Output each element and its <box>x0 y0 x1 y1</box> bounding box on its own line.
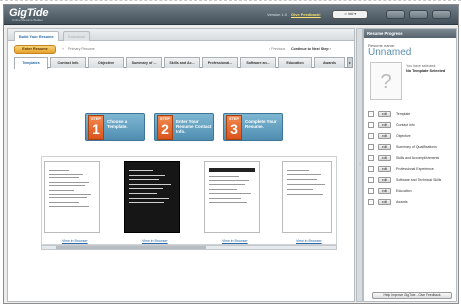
progress-item: edit Professional Experience <box>368 165 454 173</box>
resume-name: Unnamed <box>368 47 412 58</box>
tab-summary[interactable]: Summary of ... <box>126 57 162 68</box>
edit-button[interactable]: edit <box>378 133 391 139</box>
edit-button[interactable]: edit <box>378 166 391 172</box>
selected-label: You have selected: <box>406 64 437 68</box>
edit-button[interactable]: edit <box>378 122 391 128</box>
progress-item: edit Awards <box>368 198 454 206</box>
progress-item-label: Contact Info <box>396 123 415 127</box>
template-thumbnail[interactable] <box>204 161 260 233</box>
progress-item: edit Contact Info <box>368 121 454 129</box>
progress-item: edit Skills and Accomplishments <box>368 154 454 162</box>
tab-download[interactable]: Download <box>63 31 90 41</box>
panel-splitter[interactable]: ⋮ <box>356 28 363 302</box>
progress-item: edit Objective <box>368 132 454 140</box>
step-1-card: STEP 1 Choose a Template. <box>85 113 145 141</box>
step-text: Choose a Template. <box>107 119 128 129</box>
edit-button[interactable]: edit <box>378 199 391 205</box>
tab-skills[interactable]: Skills and Ac... <box>164 57 200 68</box>
version-text: Version 1.0 <box>267 12 288 17</box>
edit-button[interactable]: edit <box>378 155 391 161</box>
progress-item-label: Awards <box>396 200 408 204</box>
status-checkbox <box>368 188 374 194</box>
give-feedback-link[interactable]: Give Feedback! <box>291 12 321 17</box>
edit-button[interactable]: edit <box>378 111 391 117</box>
give-feedback-button[interactable]: Help Improve GigTide - Give Feedback <box>372 292 452 299</box>
status-checkbox <box>368 166 374 172</box>
tab-scroll-right-icon[interactable]: ▸ <box>347 57 353 68</box>
resume-type-label: Primary Resume <box>68 47 95 51</box>
scrollbar-thumb[interactable] <box>56 246 206 249</box>
tab-templates[interactable]: Templates <box>14 57 48 69</box>
resume-progress-panel: Resume Progress Resume name: Unnamed ? Y… <box>363 28 457 302</box>
template-preview-placeholder: ? <box>370 62 402 100</box>
header-button-2[interactable] <box>409 10 428 19</box>
step-text: Enter Your Resume Contact Info. <box>176 119 212 134</box>
template-thumbnail[interactable] <box>124 161 180 233</box>
status-checkbox <box>368 177 374 183</box>
progress-header: Resume Progress <box>364 29 456 38</box>
top-tab-bar: Build Your Resume Download <box>8 29 354 41</box>
header-button-1[interactable] <box>386 10 405 19</box>
nav-row: Enter Resume » Primary Resume ‹ Previous… <box>8 42 354 56</box>
tab-build-your-resume[interactable]: Build Your Resume <box>14 31 59 41</box>
progress-item-label: Template <box>396 112 411 116</box>
view-in-browser-link[interactable]: View in Browser <box>222 239 248 243</box>
progress-item-label: Objective <box>396 134 411 138</box>
header-button-3[interactable] <box>432 10 451 19</box>
tab-objective[interactable]: Objective <box>88 57 124 68</box>
step-2-card: STEP 2 Enter Your Resume Contact Info. <box>154 113 214 141</box>
app-window: GigTide Online Resume Builder Version 1.… <box>0 0 461 306</box>
edit-button[interactable]: edit <box>378 177 391 183</box>
template-thumbnail[interactable] <box>44 161 100 233</box>
progress-item-label: Software and Technical Skills <box>396 178 442 182</box>
edit-button[interactable]: edit <box>378 144 391 150</box>
progress-item-label: Education <box>396 189 412 193</box>
header-bar: GigTide Online Resume Builder Version 1.… <box>4 5 458 25</box>
status-checkbox <box>368 122 374 128</box>
tab-professional[interactable]: Professional... <box>202 57 238 68</box>
progress-item: edit Summary of Qualifications <box>368 143 454 151</box>
next-step-button[interactable]: Continue to Next Step › <box>291 47 331 51</box>
step-text: Complete Your Resume. <box>245 119 277 129</box>
enter-resume-button[interactable]: Enter Resume <box>14 45 56 54</box>
edit-button[interactable]: edit <box>378 188 391 194</box>
tab-awards[interactable]: Awards <box>314 57 345 68</box>
progress-item-label: Summary of Qualifications <box>396 145 437 149</box>
view-in-browser-link[interactable]: View in Browser <box>62 239 88 243</box>
step-number-badge: STEP 1 <box>88 115 104 140</box>
template-gallery: View in Browser View in Browser View in … <box>41 156 337 245</box>
app-frame: GigTide Online Resume Builder Version 1.… <box>3 4 459 304</box>
account-button[interactable]: ☺ tdd ▾ <box>332 10 368 19</box>
progress-item-label: Skills and Accomplishments <box>396 156 440 160</box>
progress-item: edit Education <box>368 187 454 195</box>
grip-icon: ⋮ <box>358 161 362 166</box>
tab-education[interactable]: Education <box>278 57 312 68</box>
step-number-badge: STEP 2 <box>157 115 173 140</box>
step-3-card: STEP 3 Complete Your Resume. <box>223 113 283 141</box>
progress-item: edit Template <box>368 110 454 118</box>
gallery-scrollbar[interactable] <box>41 245 337 250</box>
selected-template: No Template Selected <box>406 69 446 73</box>
step-number-badge: STEP 3 <box>226 115 242 140</box>
template-thumbnail[interactable] <box>282 161 332 233</box>
tab-software[interactable]: Software an... <box>240 57 276 68</box>
tab-contact-info[interactable]: Contact Info <box>50 57 86 68</box>
status-checkbox <box>368 199 374 205</box>
status-checkbox <box>368 144 374 150</box>
status-checkbox <box>368 133 374 139</box>
section-tabs: Templates Contact Info Objective Summary… <box>14 57 353 69</box>
status-checkbox <box>368 155 374 161</box>
view-in-browser-link[interactable]: View in Browser <box>296 239 322 243</box>
logo-subtitle: Online Resume Builder <box>12 18 43 22</box>
progress-item-label: Professional Experience <box>396 167 434 171</box>
progress-item: edit Software and Technical Skills <box>368 176 454 184</box>
view-in-browser-link[interactable]: View in Browser <box>142 239 168 243</box>
status-checkbox <box>368 111 374 117</box>
builder-panel: Build Your Resume Download Enter Resume … <box>7 28 355 302</box>
previous-button[interactable]: ‹ Previous <box>269 47 285 51</box>
arrow-icon: » <box>62 46 65 51</box>
